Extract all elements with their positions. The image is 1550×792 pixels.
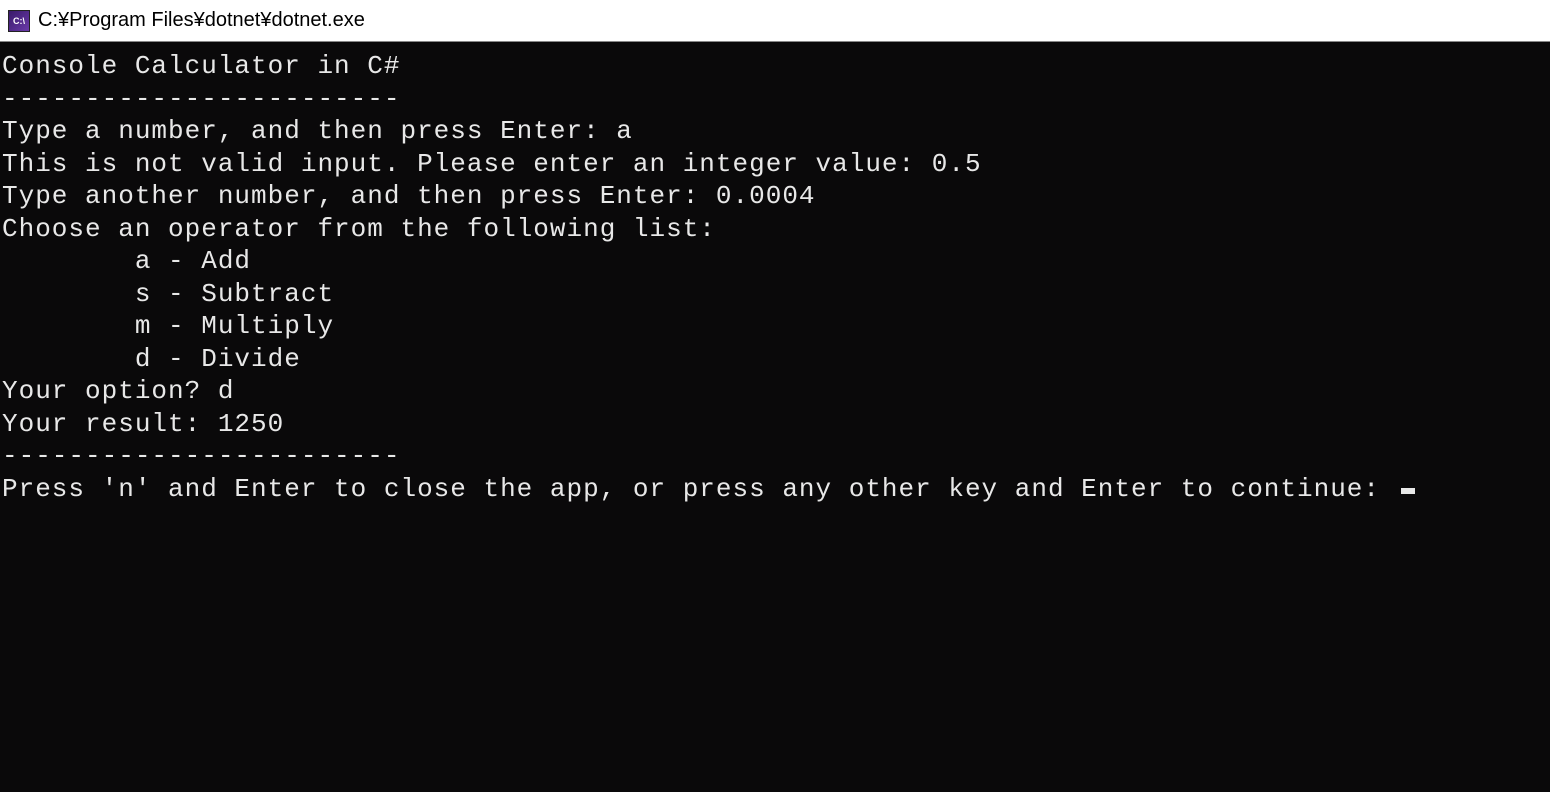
terminal-line-hr: ------------------------ [2, 440, 1548, 473]
terminal-line-hr: ------------------------ [2, 83, 1548, 116]
terminal-line-invalid: This is not valid input. Please enter an… [2, 148, 1548, 181]
terminal-line-prompt-second: Type another number, and then press Ente… [2, 180, 1548, 213]
terminal-line-option: Your option? d [2, 375, 1548, 408]
terminal-line-continue: Press 'n' and Enter to close the app, or… [2, 473, 1548, 506]
terminal-output[interactable]: Console Calculator in C#----------------… [0, 42, 1550, 792]
terminal-line-op-add: a - Add [2, 245, 1548, 278]
terminal-line-prompt-first: Type a number, and then press Enter: a [2, 115, 1548, 148]
terminal-line-op-sub: s - Subtract [2, 278, 1548, 311]
terminal-line-op-div: d - Divide [2, 343, 1548, 376]
terminal-line-choose: Choose an operator from the following li… [2, 213, 1548, 246]
continue-prompt-text: Press 'n' and Enter to close the app, or… [2, 474, 1397, 504]
window-title: C:¥Program Files¥dotnet¥dotnet.exe [38, 9, 365, 32]
terminal-line-result: Your result: 1250 [2, 408, 1548, 441]
cursor-icon [1401, 488, 1415, 494]
terminal-line-header: Console Calculator in C# [2, 50, 1548, 83]
console-window: C:\ C:¥Program Files¥dotnet¥dotnet.exe C… [0, 0, 1550, 792]
terminal-line-op-mul: m - Multiply [2, 310, 1548, 343]
title-bar[interactable]: C:\ C:¥Program Files¥dotnet¥dotnet.exe [0, 0, 1550, 42]
console-app-icon: C:\ [8, 10, 30, 32]
icon-text: C:\ [13, 16, 25, 26]
